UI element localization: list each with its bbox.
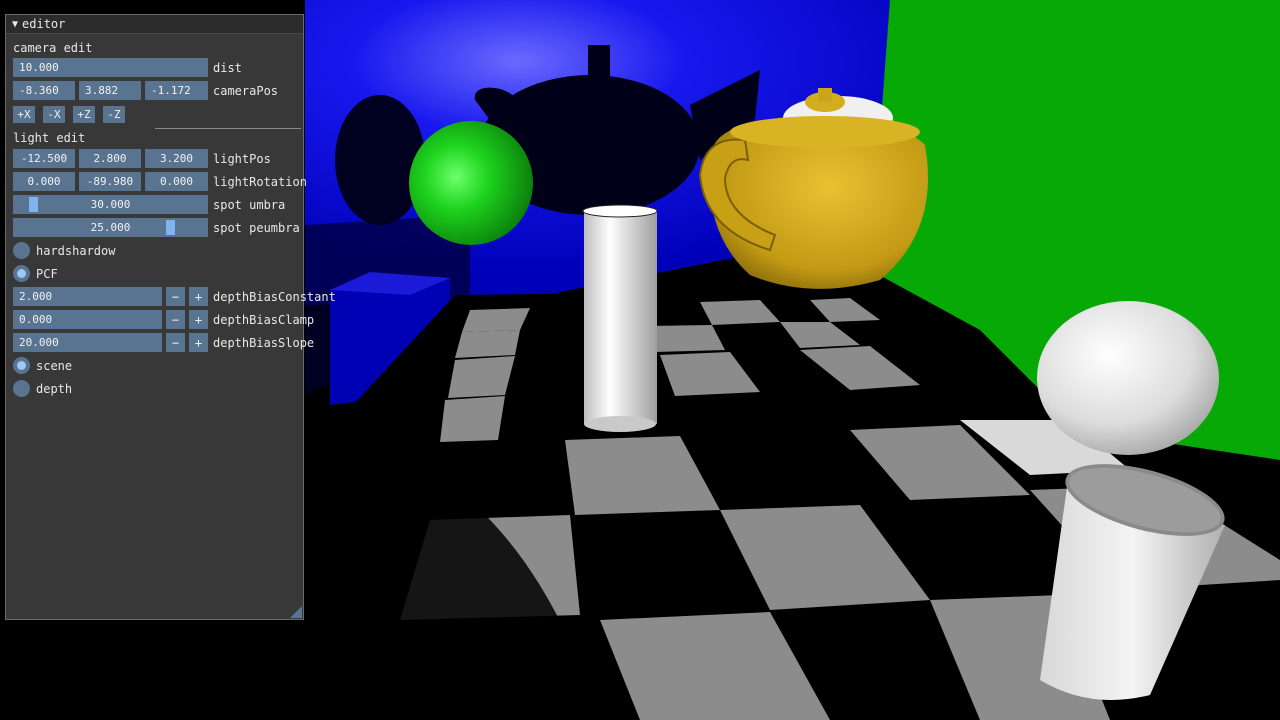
depth-bias-clamp-row: 0.000 − + depthBiasClamp bbox=[13, 310, 314, 329]
penumbra-slider-grab[interactable] bbox=[166, 220, 175, 235]
sphere-shadow bbox=[335, 95, 425, 225]
light-pos-x-input[interactable]: -12.500 bbox=[13, 149, 75, 168]
depth-bias-clamp-plus-button[interactable]: + bbox=[189, 310, 208, 329]
umbra-slider-grab[interactable] bbox=[29, 197, 38, 212]
camera-pos-y-input[interactable]: 3.882 bbox=[79, 81, 141, 100]
spot-penumbra-label: spot peumbra bbox=[213, 220, 300, 235]
radio-depth[interactable]: depth bbox=[13, 379, 72, 398]
camera-pos-label: cameraPos bbox=[213, 83, 279, 98]
light-rotation-row: 0.000 -89.980 0.000 lightRotation bbox=[13, 172, 307, 191]
camera-pos-row: -8.360 3.882 -1.172 cameraPos bbox=[13, 81, 278, 100]
radio-hardshadow-circle[interactable] bbox=[13, 242, 30, 259]
depth-bias-constant-row: 2.000 − + depthBiasConstant bbox=[13, 287, 336, 306]
editor-window[interactable]: ▼ editor camera edit 10.000 dist -8.360 … bbox=[5, 14, 336, 620]
editor-titlebar[interactable]: ▼ editor bbox=[6, 15, 303, 34]
camera-edit-header: camera edit bbox=[13, 41, 93, 55]
depth-bias-slope-row: 20.000 − + depthBiasSlope bbox=[13, 333, 314, 352]
depth-bias-clamp-label: depthBiasClamp bbox=[213, 312, 315, 327]
radio-scene[interactable]: scene bbox=[13, 356, 72, 375]
radio-pcf-circle[interactable] bbox=[13, 265, 30, 282]
minus-z-button[interactable]: -Z bbox=[103, 106, 125, 123]
light-edit-header: light edit bbox=[13, 131, 86, 145]
light-pos-row: -12.500 2.800 3.200 lightPos bbox=[13, 149, 271, 168]
separator bbox=[155, 128, 301, 129]
spot-umbra-slider[interactable]: 30.000 bbox=[13, 195, 208, 214]
radio-depth-label: depth bbox=[36, 381, 73, 396]
white-cylinder bbox=[582, 204, 658, 432]
resize-grip-icon[interactable] bbox=[290, 606, 302, 618]
collapse-triangle-icon[interactable]: ▼ bbox=[12, 19, 18, 30]
penumbra-value: 25.000 bbox=[90, 221, 131, 234]
camera-pos-z-input[interactable]: -1.172 bbox=[145, 81, 208, 100]
light-pos-y-input[interactable]: 2.800 bbox=[79, 149, 141, 168]
light-rot-x-input[interactable]: 0.000 bbox=[13, 172, 75, 191]
depth-bias-constant-minus-button[interactable]: − bbox=[166, 287, 185, 306]
radio-pcf[interactable]: PCF bbox=[13, 264, 58, 283]
depth-bias-clamp-minus-button[interactable]: − bbox=[166, 310, 185, 329]
light-pos-label: lightPos bbox=[213, 151, 271, 166]
umbra-value: 30.000 bbox=[90, 198, 131, 211]
depth-bias-slope-minus-button[interactable]: − bbox=[166, 333, 185, 352]
radio-scene-circle[interactable] bbox=[13, 357, 30, 374]
dist-input[interactable]: 10.000 bbox=[13, 58, 208, 77]
light-rot-z-input[interactable]: 0.000 bbox=[145, 172, 208, 191]
spot-umbra-label: spot umbra bbox=[213, 197, 286, 212]
depth-bias-slope-label: depthBiasSlope bbox=[213, 335, 315, 350]
dist-label: dist bbox=[213, 60, 242, 75]
radio-scene-label: scene bbox=[36, 358, 73, 373]
depth-bias-slope-input[interactable]: 20.000 bbox=[13, 333, 162, 352]
depth-bias-clamp-input[interactable]: 0.000 bbox=[13, 310, 162, 329]
spot-umbra-row: 30.000 spot umbra bbox=[13, 195, 285, 214]
radio-pcf-label: PCF bbox=[36, 266, 58, 281]
depth-bias-constant-input[interactable]: 2.000 bbox=[13, 287, 162, 306]
window-title: editor bbox=[22, 17, 66, 31]
plus-x-button[interactable]: +X bbox=[13, 106, 35, 123]
radio-hardshadow[interactable]: hardshardow bbox=[13, 241, 115, 260]
light-rot-y-input[interactable]: -89.980 bbox=[79, 172, 141, 191]
green-sphere bbox=[409, 121, 533, 245]
depth-bias-constant-plus-button[interactable]: + bbox=[189, 287, 208, 306]
light-rotation-label: lightRotation bbox=[213, 174, 307, 189]
minus-x-button[interactable]: -X bbox=[43, 106, 65, 123]
radio-hardshadow-label: hardshardow bbox=[36, 243, 116, 258]
depth-bias-constant-label: depthBiasConstant bbox=[213, 289, 336, 304]
camera-pos-x-input[interactable]: -8.360 bbox=[13, 81, 75, 100]
depth-bias-slope-plus-button[interactable]: + bbox=[189, 333, 208, 352]
light-pos-z-input[interactable]: 3.200 bbox=[145, 149, 208, 168]
white-sphere bbox=[1037, 301, 1219, 455]
dist-row: 10.000 dist bbox=[13, 58, 242, 77]
camera-axis-buttons: +X -X +Z -Z bbox=[13, 105, 133, 124]
radio-depth-circle[interactable] bbox=[13, 380, 30, 397]
spot-penumbra-slider[interactable]: 25.000 bbox=[13, 218, 208, 237]
plus-z-button[interactable]: +Z bbox=[73, 106, 95, 123]
spot-penumbra-row: 25.000 spot peumbra bbox=[13, 218, 300, 237]
